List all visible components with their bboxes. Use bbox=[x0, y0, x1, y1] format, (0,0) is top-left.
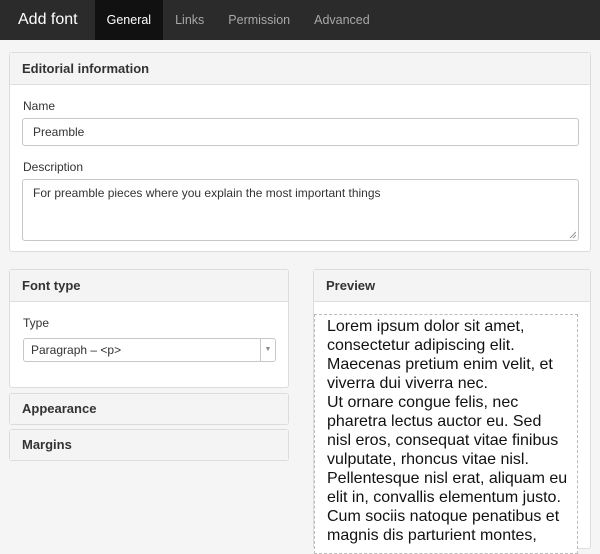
preview-line: Cum sociis natoque penatibus et bbox=[327, 508, 560, 525]
tab-advanced[interactable]: Advanced bbox=[302, 0, 382, 40]
preview-text: Lorem ipsum dolor sit amet, consectetur … bbox=[315, 315, 577, 545]
tab-permission[interactable]: Permission bbox=[216, 0, 302, 40]
editorial-information-heading: Editorial information bbox=[10, 53, 590, 85]
preview-heading: Preview bbox=[314, 270, 590, 302]
preview-line: elit in, convallis elementum justo. bbox=[327, 489, 561, 506]
preview-line: Maecenas pretium enim velit, et bbox=[327, 356, 553, 373]
margins-heading[interactable]: Margins bbox=[10, 430, 288, 460]
description-text: For preamble pieces where you explain th… bbox=[33, 186, 381, 200]
tab-links[interactable]: Links bbox=[163, 0, 216, 40]
tab-general[interactable]: General bbox=[94, 0, 164, 40]
editorial-information-panel: Editorial information Name Preamble Desc… bbox=[9, 52, 591, 252]
preview-line: nisl eros, consequat vitae finibus bbox=[327, 432, 559, 449]
preview-line: viverra dui viverra nec. bbox=[327, 375, 488, 392]
name-field[interactable]: Preamble bbox=[22, 118, 579, 146]
description-label: Description bbox=[23, 160, 84, 174]
description-field[interactable]: For preamble pieces where you explain th… bbox=[22, 179, 579, 241]
chevron-down-icon[interactable]: ▼ bbox=[260, 339, 275, 361]
type-select[interactable]: Paragraph – <p> ▼ bbox=[23, 338, 276, 362]
preview-panel: Preview Lorem ipsum dolor sit amet, cons… bbox=[313, 269, 591, 554]
preview-line: Ut ornare congue felis, nec bbox=[327, 394, 519, 411]
margins-panel[interactable]: Margins bbox=[9, 429, 289, 461]
preview-line: consectetur adipiscing elit. bbox=[327, 337, 515, 354]
font-type-panel: Font type Type Paragraph – <p> ▼ bbox=[9, 269, 289, 388]
preview-area: Lorem ipsum dolor sit amet, consectetur … bbox=[314, 314, 578, 554]
name-label: Name bbox=[23, 99, 56, 113]
preview-line: pharetra lectus auctor eu. Sed bbox=[327, 413, 542, 430]
preview-line: Pellentesque nisl erat, aliquam eu bbox=[327, 470, 568, 487]
preview-line: Lorem ipsum dolor sit amet, bbox=[327, 318, 525, 335]
type-label: Type bbox=[23, 316, 50, 330]
preview-line: vulputate, rhoncus vitae nisl. bbox=[327, 451, 529, 468]
top-navigation-bar: Add font General Links Permission Advanc… bbox=[0, 0, 600, 40]
font-type-heading: Font type bbox=[10, 270, 288, 302]
appearance-panel[interactable]: Appearance bbox=[9, 393, 289, 425]
resize-handle-icon[interactable] bbox=[569, 231, 576, 238]
appearance-heading[interactable]: Appearance bbox=[10, 394, 288, 424]
type-select-value: Paragraph – <p> bbox=[31, 343, 122, 357]
preview-line: magnis dis parturient montes, bbox=[327, 527, 537, 544]
page-title: Add font bbox=[18, 11, 78, 28]
